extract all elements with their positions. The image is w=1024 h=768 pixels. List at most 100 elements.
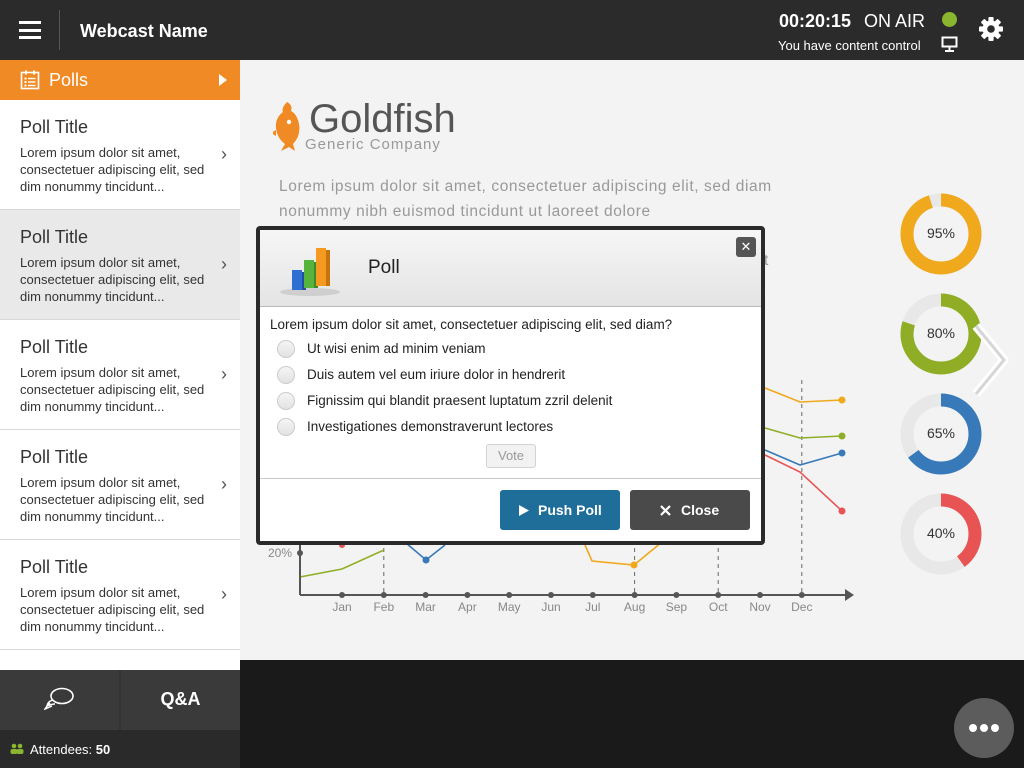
poll-item-description: Lorem ipsum dolor sit amet, consectetuer… [20,145,205,194]
radio-button[interactable] [277,392,295,410]
gear-icon[interactable] [978,16,1004,42]
attendees-bar: Attendees: 50 [0,730,240,768]
chart-x-tick [380,592,387,598]
poll-list: Poll Title Lorem ipsum dolor sit amet, c… [0,100,240,650]
poll-list-item[interactable]: Poll Title Lorem ipsum dolor sit amet, c… [0,100,240,210]
chart-x-tick [715,592,722,598]
poll-item-description: Lorem ipsum dolor sit amet, consectetuer… [20,475,205,524]
close-icon [660,505,671,516]
qa-tab[interactable]: Q&A [121,670,240,730]
chart-data-point [630,561,638,569]
stage-bottom-area [240,660,1024,768]
chart-axis-dot [297,550,303,556]
push-poll-label: Push Poll [538,502,602,518]
close-icon[interactable]: ✕ [736,237,756,257]
poll-option-label: Investigationes demonstraverunt lectores [307,419,554,434]
poll-item-title: Poll Title [20,227,89,247]
donut-chart-65: 65% [898,391,984,477]
close-button[interactable]: Close [630,490,750,530]
bar-chart-icon [280,248,340,296]
chart-x-tick-label: Dec [791,600,812,614]
chart-x-tick [673,592,680,598]
poll-list-item[interactable]: Poll Title Lorem ipsum dolor sit amet, c… [0,540,240,650]
radio-button[interactable] [277,366,295,384]
close-label: Close [681,502,720,518]
chart-series-line [764,387,843,403]
poll-item-description: Lorem ipsum dolor sit amet, consectetuer… [20,585,205,634]
donut-chart-40: 40% [898,491,984,577]
chart-y-tick-label: 20% [268,546,292,560]
chat-bubbles-icon [44,687,74,711]
poll-item-title: Poll Title [20,447,89,467]
play-icon [519,505,529,516]
chart-data-point [422,556,430,564]
chart-x-tick-label: Jul [585,600,600,614]
chart-data-point [838,449,846,457]
radio-button[interactable] [277,418,295,436]
poll-list-item[interactable]: Poll Title Lorem ipsum dolor sit amet, c… [0,210,240,320]
broadcast-timer: 00:20:15 [779,11,852,31]
chevron-right-icon: › [221,474,227,494]
chart-x-tick-label: Feb [373,600,394,614]
chart-series-line [764,427,843,439]
poll-item-title: Poll Title [20,117,89,137]
chevron-right-icon: › [221,144,227,164]
chart-x-tick [339,592,345,598]
next-slide-arrow-icon[interactable] [970,322,1010,398]
dot-icon [980,724,988,732]
chart-x-tick-label: Nov [749,600,770,614]
more-options-button[interactable] [954,698,1014,758]
poll-dialog: Poll ✕ Lorem ipsum dolor sit amet, conse… [256,226,765,545]
poll-list-item[interactable]: Poll Title Lorem ipsum dolor sit amet, c… [0,430,240,540]
header-divider [59,10,60,50]
poll-list-icon [20,70,40,90]
poll-question: Lorem ipsum dolor sit amet, consectetuer… [270,317,673,332]
donut-label: 95% [926,225,956,241]
chart-x-tick [548,592,554,598]
chart-series-line [584,541,663,566]
polls-header-label: Polls [49,70,89,90]
chart-x-tick [757,592,763,598]
push-poll-button[interactable]: Push Poll [500,490,620,530]
radio-button[interactable] [277,340,295,358]
donut-label: 40% [926,525,956,541]
chart-x-tick [506,592,513,598]
vote-button[interactable]: Vote [486,444,536,468]
poll-option-label: Ut wisi enim ad minim veniam [307,341,486,356]
attendees-label: Attendees: 50 [30,742,111,757]
poll-list-item[interactable]: Poll Title Lorem ipsum dolor sit amet, c… [0,320,240,430]
chart-x-tick [422,592,429,598]
dialog-divider [260,478,761,479]
chart-data-point [838,432,846,440]
poll-dialog-header: Poll ✕ [260,230,761,307]
polls-header[interactable]: Polls [0,60,240,100]
chart-series-line [764,449,843,466]
chart-x-tick-label: Jun [541,600,560,614]
sidebar-bottom-tabs: Q&A [0,670,240,730]
donut-label: 65% [926,425,956,441]
chart-data-point [838,396,846,404]
chart-x-tick-label: May [498,600,521,614]
chat-tab[interactable] [0,670,119,730]
chart-series-line [299,549,385,578]
chart-x-tick-label: Aug [624,600,645,614]
polls-sidebar: Polls Poll Title Lorem ipsum dolor sit a… [0,60,240,768]
menu-icon[interactable] [19,21,41,39]
chart-x-tick-label: Apr [458,600,477,614]
chart-x-tick [589,592,596,598]
people-icon [10,743,24,754]
chart-x-tick-label: Oct [709,600,728,614]
attendees-count: 50 [95,742,111,757]
chart-axis-arrow [845,589,854,601]
chevron-right-icon: › [221,584,227,604]
chart-x-tick-label: Sep [666,600,688,614]
dot-icon [991,724,999,732]
poll-item-description: Lorem ipsum dolor sit amet, consectetuer… [20,255,205,304]
chart-x-tick-label: Jan [332,600,351,614]
caret-right-icon [219,74,227,86]
poll-item-description: Lorem ipsum dolor sit amet, consectetuer… [20,365,205,414]
top-bar: Webcast Name 00:20:15 ON AIR You have co… [0,0,1024,60]
chart-data-point [838,507,846,515]
poll-item-title: Poll Title [20,557,89,577]
chevron-right-icon: › [221,254,227,274]
